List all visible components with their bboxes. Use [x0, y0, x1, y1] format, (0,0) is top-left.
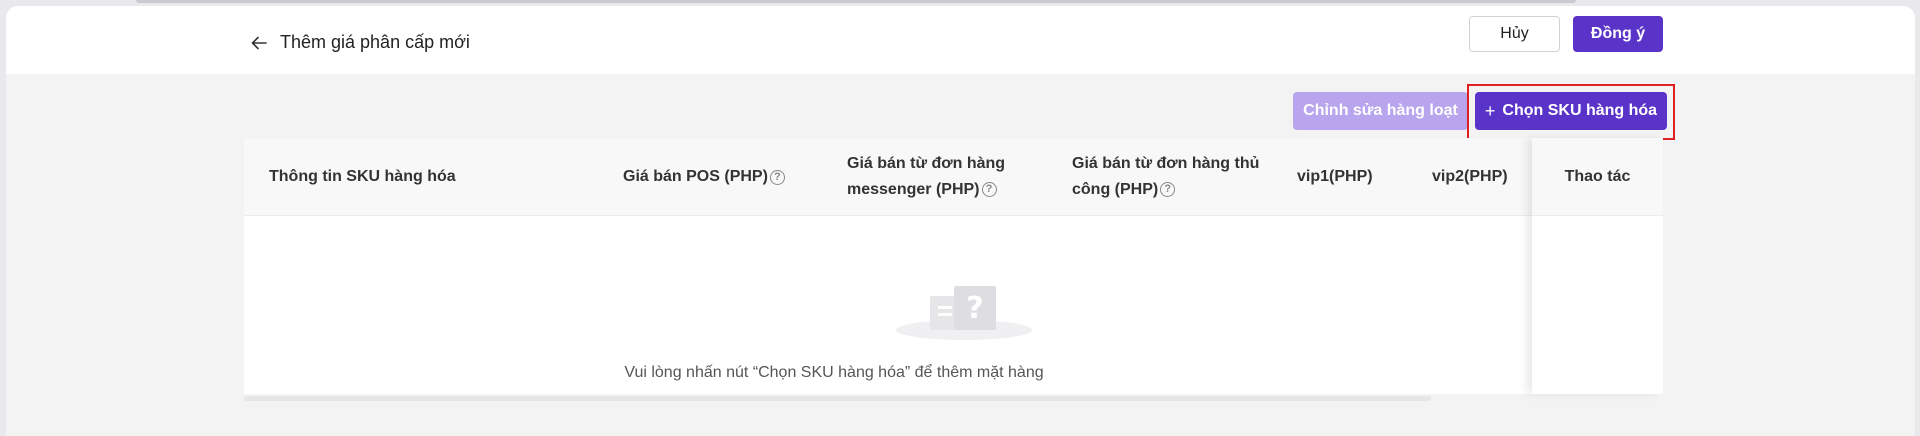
help-icon[interactable]: ?: [981, 182, 997, 198]
svg-text:?: ?: [966, 291, 983, 326]
empty-state: ? Vui lòng nhấn nút “Chọn SKU hàng hóa” …: [244, 216, 1532, 394]
browser-top-strip: [136, 0, 1576, 3]
column-header-vip1: vip1(PHP): [1297, 168, 1373, 185]
select-sku-label: Chọn SKU hàng hóa: [1502, 102, 1658, 119]
column-header-messenger-price: Giá bán từ đơn hàng messenger (PHP)?: [847, 155, 1006, 198]
cancel-button[interactable]: Hủy: [1469, 16, 1560, 52]
column-header-manual-price: Giá bán từ đơn hàng thủ công (PHP)?: [1072, 155, 1260, 198]
back-button[interactable]: Thêm giá phân cấp mới: [250, 32, 470, 53]
table-header: Thông tin SKU hàng hóa Giá bán POS (PHP)…: [244, 138, 1663, 216]
horizontal-scrollbar[interactable]: [244, 396, 1431, 401]
help-icon[interactable]: ?: [769, 169, 785, 185]
plus-icon: +: [1484, 100, 1496, 121]
page-title: Thêm giá phân cấp mới: [280, 32, 470, 52]
help-icon[interactable]: ?: [1160, 182, 1176, 198]
actions-column: Thao tác: [1532, 138, 1663, 394]
arrow-left-icon: [251, 36, 267, 49]
column-header-sku-info: Thông tin SKU hàng hóa: [269, 168, 456, 185]
column-header-actions: Thao tác: [1532, 138, 1663, 216]
empty-box-icon: ?: [896, 286, 1032, 340]
bulk-edit-button[interactable]: Chỉnh sửa hàng loạt: [1293, 92, 1468, 130]
column-header-vip2: vip2(PHP): [1432, 168, 1508, 185]
confirm-button[interactable]: Đồng ý: [1573, 16, 1663, 52]
sku-price-table: Thông tin SKU hàng hóa Giá bán POS (PHP)…: [244, 138, 1663, 394]
empty-state-message: Vui lòng nhấn nút “Chọn SKU hàng hóa” để…: [624, 364, 1044, 381]
column-header-pos-price: Giá bán POS (PHP) ?: [623, 138, 785, 216]
select-sku-button[interactable]: + Chọn SKU hàng hóa: [1475, 92, 1667, 130]
